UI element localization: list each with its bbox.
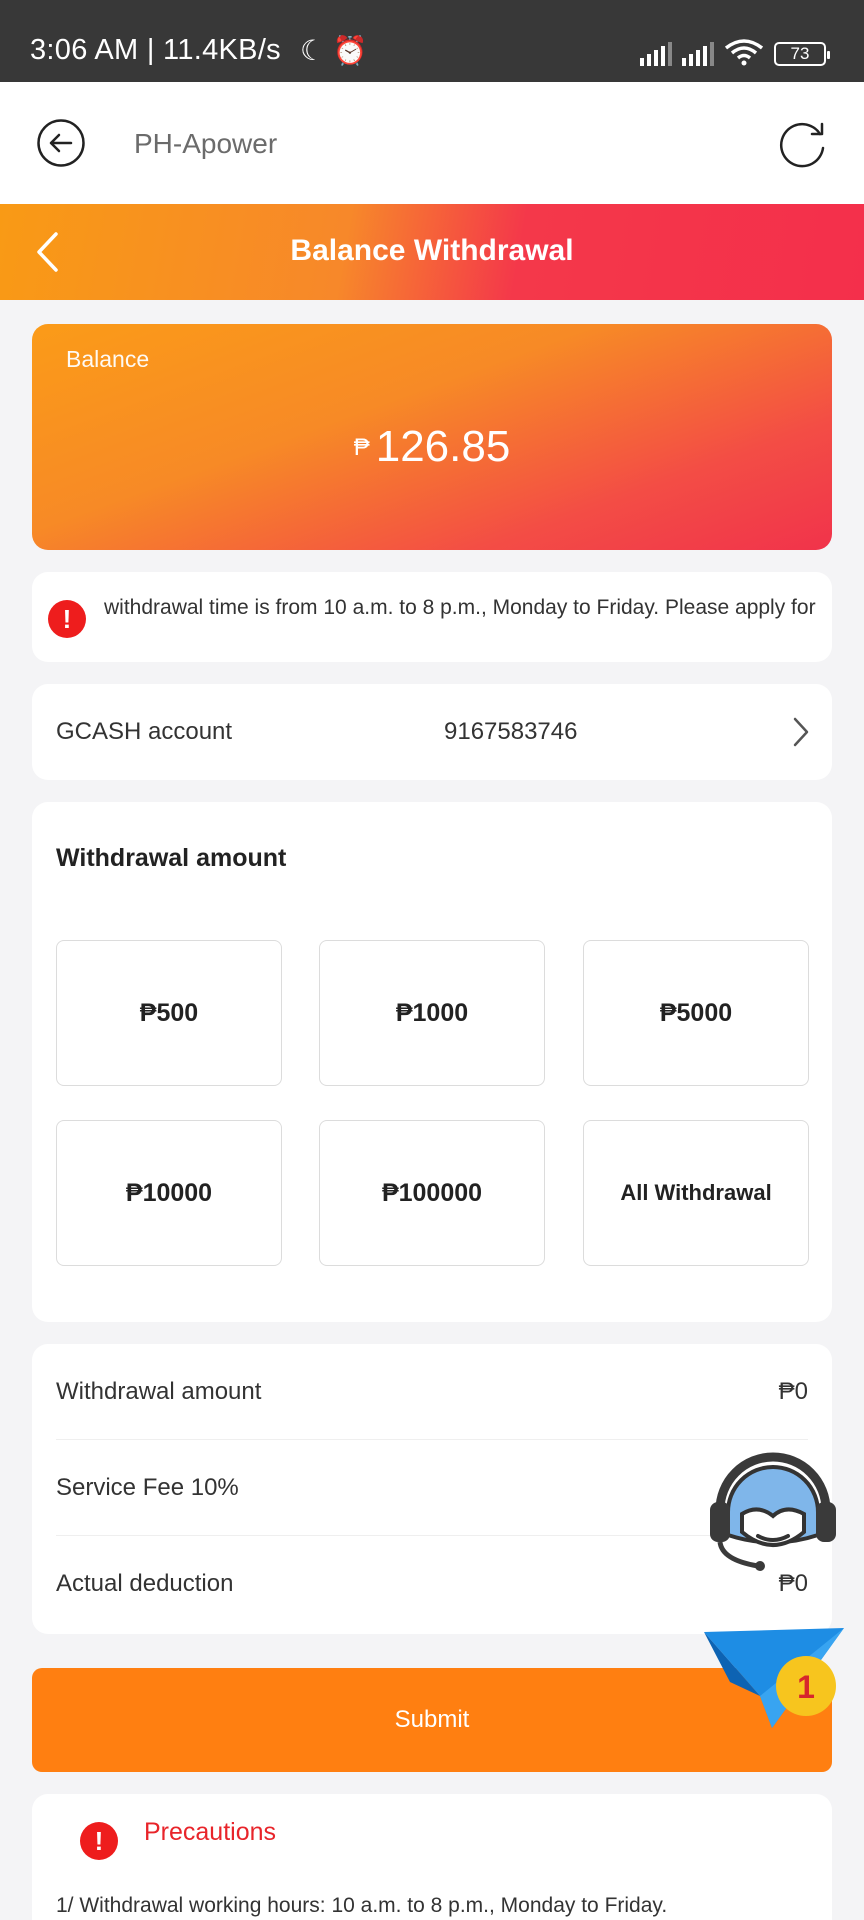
summary-row: Actual deduction ₱0 [56,1536,808,1632]
alert-icon: ! [80,1822,118,1860]
back-circle-icon[interactable] [36,118,86,168]
battery-icon: 73 [774,42,830,66]
summary-label: Withdrawal amount [56,1378,262,1405]
amount-option-5000[interactable]: ₱5000 [583,940,809,1086]
withdrawal-amount-panel: Withdrawal amount ₱500 ₱1000 ₱5000 ₱1000… [32,802,832,1322]
summary-row: Withdrawal amount ₱0 [56,1344,808,1440]
precautions-line: 1/ Withdrawal working hours: 10 a.m. to … [56,1894,668,1917]
gcash-account-row[interactable]: GCASH account 9167583746 [32,684,832,780]
amount-option-100000[interactable]: ₱100000 [319,1120,545,1266]
paper-plane-icon: 1 [704,1628,844,1728]
amount-option-10000[interactable]: ₱10000 [56,1120,282,1266]
messages-float[interactable]: 1 [700,1626,850,1730]
balance-value: 126.85 [375,422,511,471]
page-header: Balance Withdrawal [0,204,864,300]
status-bar: 3:06 AM | 11.4KB/s ☾ ⏰ 73 [0,0,864,82]
moon-alarm-icons: ☾ ⏰ [300,35,368,66]
summary-label: Service Fee 10% [56,1474,239,1501]
account-label: GCASH account [56,718,233,745]
precautions-panel: ! Precautions 1/ Withdrawal working hour… [32,1794,832,1920]
balance-card: Balance ₱ 126.85 [32,324,832,550]
status-time: 3:06 AM | 11.4KB/s [30,34,281,66]
wifi-icon [724,39,764,66]
signal-icon [640,40,672,66]
signal-icon-2 [682,40,714,66]
customer-service-icon[interactable] [706,1440,840,1572]
balance-label: Balance [66,346,150,372]
summary-value: ₱0 [778,1570,808,1597]
amount-option-500[interactable]: ₱500 [56,940,282,1086]
withdrawal-heading: Withdrawal amount [56,844,287,872]
summary-row: Service Fee 10% [56,1440,808,1536]
message-badge-count: 1 [797,1669,815,1705]
amount-option-1000[interactable]: ₱1000 [319,940,545,1086]
reload-icon[interactable] [776,118,828,170]
chevron-right-icon [793,717,809,747]
amount-option-all[interactable]: All Withdrawal [583,1120,809,1266]
balance-amount: ₱ 126.85 [32,422,832,472]
app-bar: PH-Apower [0,82,864,204]
summary-value: ₱0 [778,1378,808,1405]
summary-label: Actual deduction [56,1570,234,1597]
account-number: 9167583746 [444,718,578,745]
precautions-title: Precautions [144,1818,277,1846]
app-title: PH-Apower [134,128,278,159]
page-title: Balance Withdrawal [290,234,574,267]
alert-icon: ! [48,600,86,638]
notice-banner: ! withdrawal time is from 10 a.m. to 8 p… [32,572,832,662]
notice-text: withdrawal time is from 10 a.m. to 8 p.m… [104,596,816,619]
currency-symbol: ₱ [353,434,370,461]
